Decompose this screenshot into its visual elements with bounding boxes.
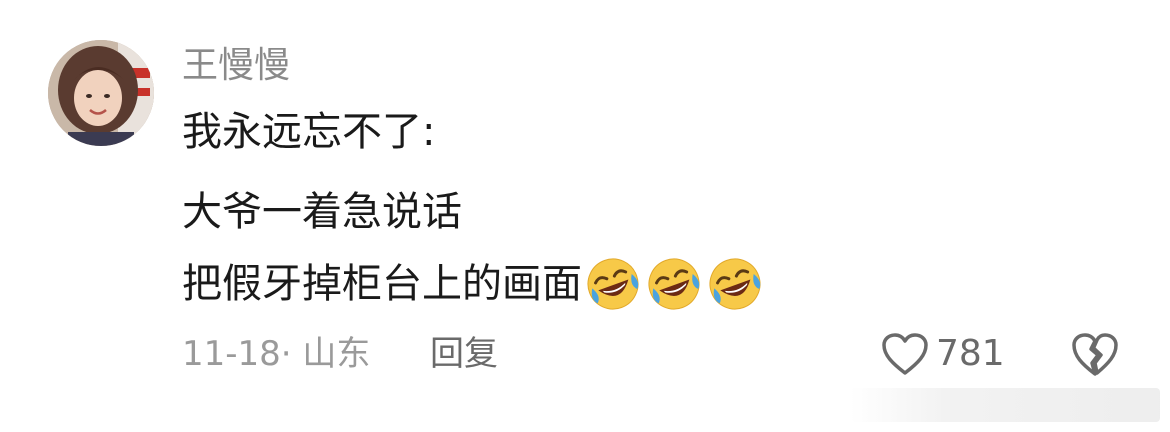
reply-button[interactable]: 回复	[430, 328, 498, 380]
comment-meta: 11-18· 山东	[182, 334, 371, 374]
comment-line-text: 我永远忘不了:	[182, 109, 436, 155]
like-button[interactable]: 781	[880, 328, 1005, 380]
avatar[interactable]	[48, 40, 154, 146]
like-count: 781	[936, 333, 1005, 374]
emoji-group	[584, 255, 764, 313]
comment-text-line-1: 我永远忘不了:	[182, 104, 435, 160]
avatar-image	[48, 40, 154, 146]
username[interactable]: 王慢慢	[182, 40, 290, 92]
heart-outline-icon	[882, 333, 928, 375]
comment-item: 王慢慢 我永远忘不了: 大爷一着急说话 把假牙掉柜台上的画面 11-18· 山东…	[0, 0, 1170, 432]
comment-text-line-2: 大爷一着急说话	[182, 184, 462, 240]
comment-line-text: 把假牙掉柜台上的画面	[182, 261, 582, 307]
watermark	[850, 388, 1160, 422]
rolling-laughing-emoji-icon	[709, 258, 761, 310]
broken-heart-icon[interactable]	[1070, 330, 1120, 378]
rolling-laughing-emoji-icon	[648, 258, 700, 310]
rolling-laughing-emoji-icon	[587, 258, 639, 310]
comment-line-text: 大爷一着急说话	[182, 189, 462, 235]
comment-text-line-3: 把假牙掉柜台上的画面	[182, 256, 764, 312]
